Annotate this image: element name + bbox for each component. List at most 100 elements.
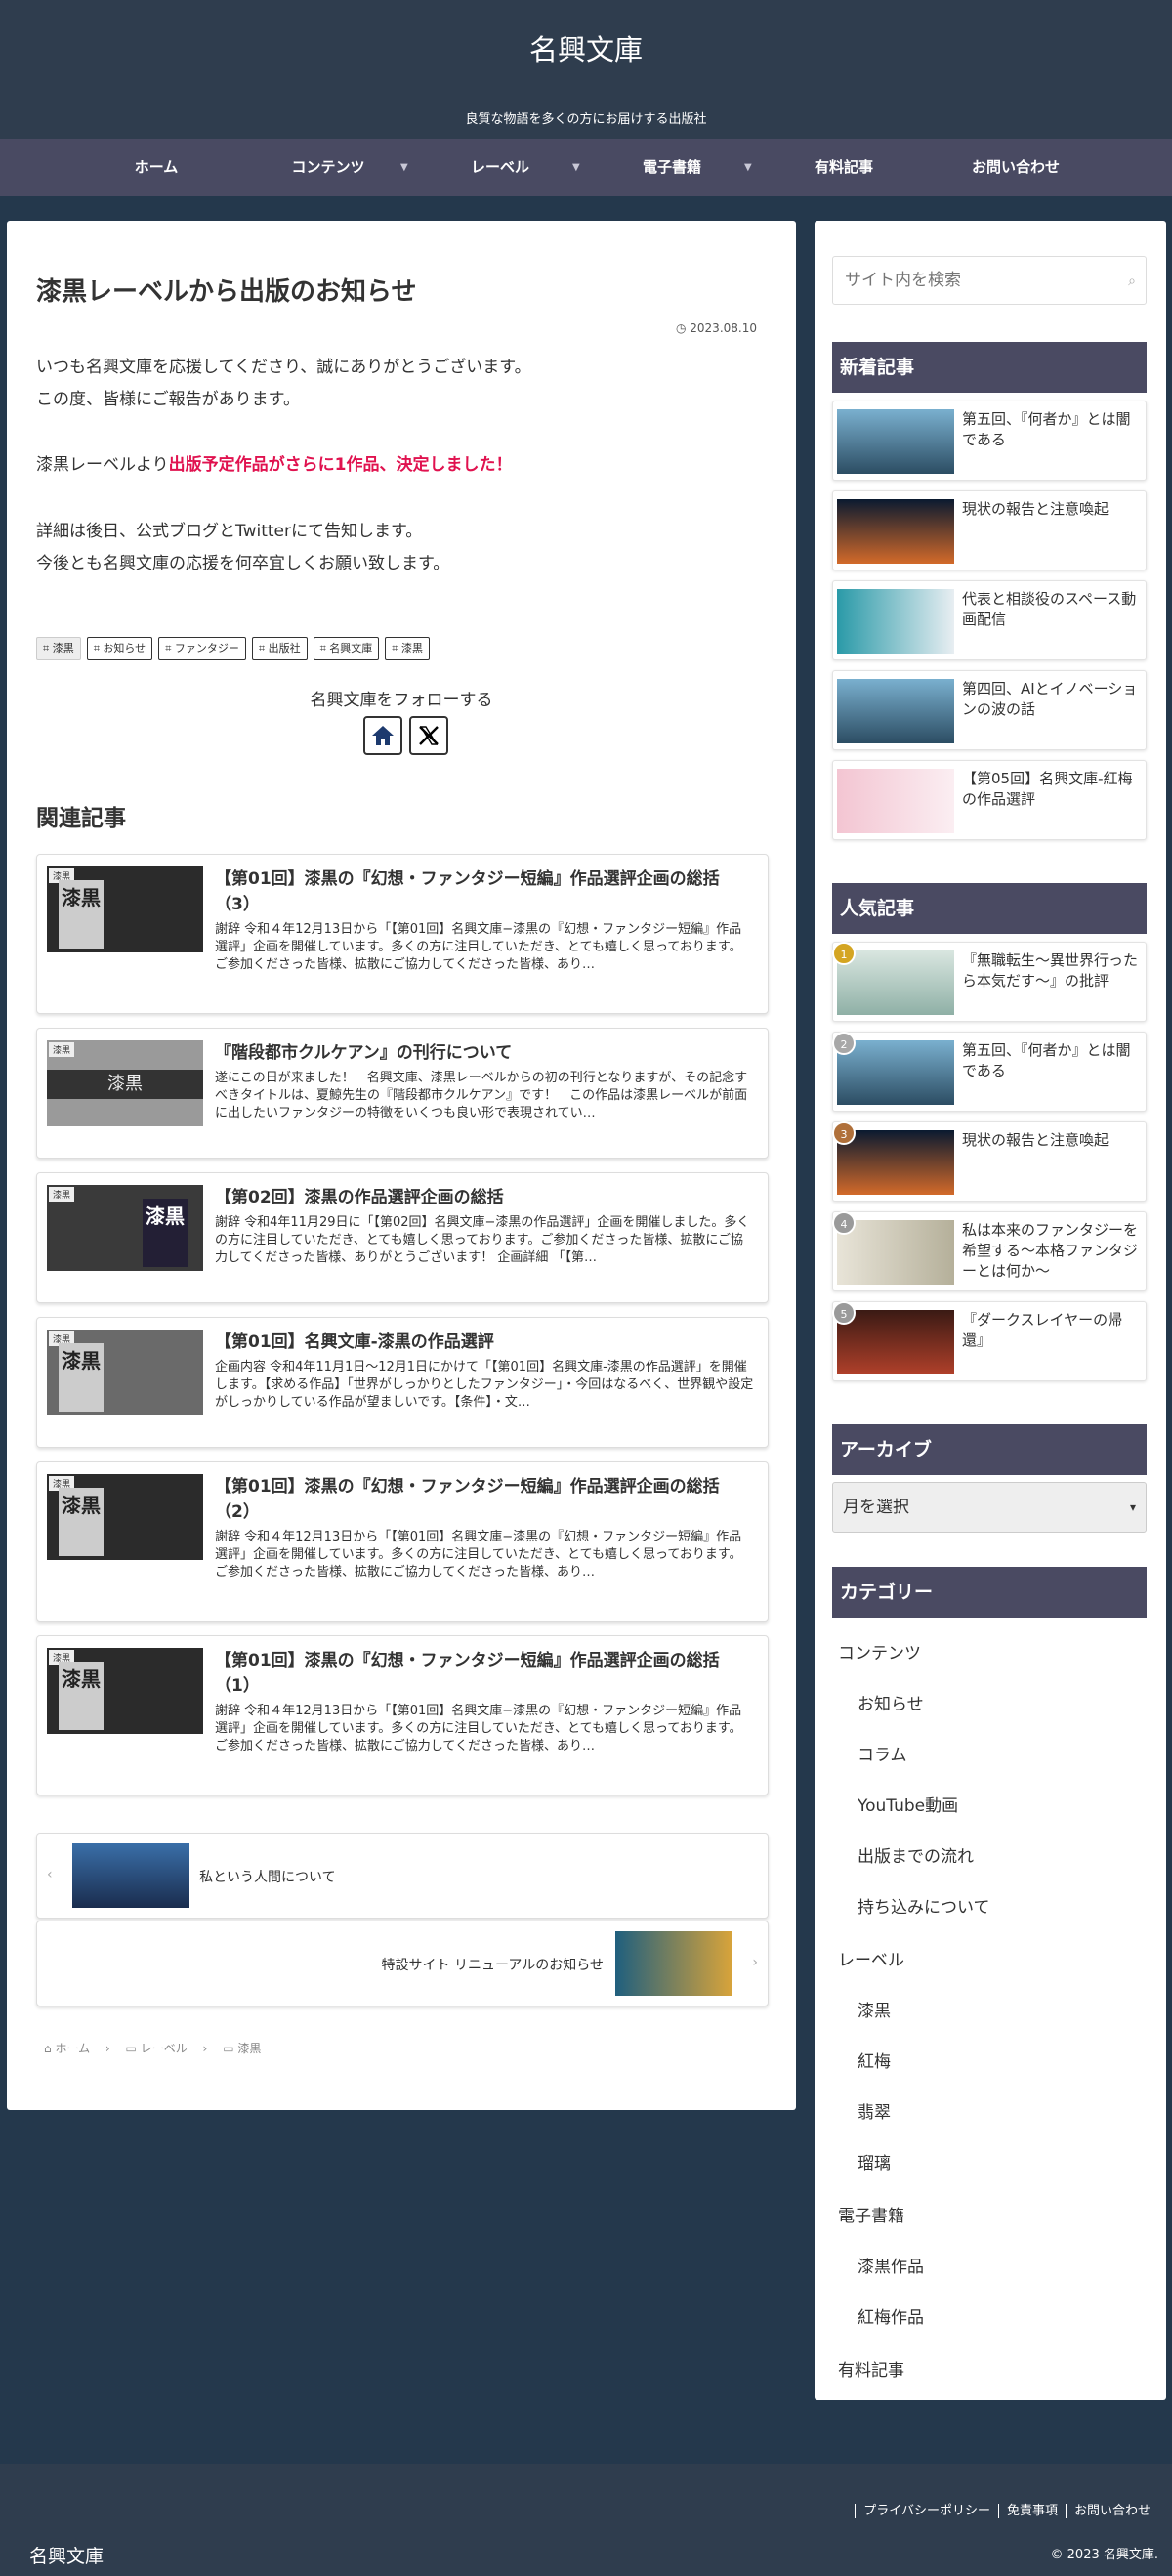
popular-post-item[interactable]: 4 私は本来のファンタジーを希望する〜本格ファンタジーとは何か〜 (832, 1211, 1147, 1291)
category-item[interactable]: 出版までの流れ (858, 1842, 974, 1867)
widget-title-archive: アーカイブ (832, 1424, 1147, 1475)
category-item[interactable]: コラム (858, 1741, 907, 1765)
footer-link-disclaimer[interactable]: 免責事項 (1007, 2504, 1058, 2518)
breadcrumb-item[interactable]: 漆黒 (237, 2042, 261, 2055)
prev-post-link[interactable]: ‹ 私という人間について (36, 1833, 769, 1919)
category-item[interactable]: 持ち込みについて (858, 1893, 990, 1918)
tag-icon: ⌗ (165, 642, 175, 655)
popular-post-item[interactable]: 1 『無職転生〜異世界行ったら本気だす〜』の批評 (832, 942, 1147, 1022)
site-header: 名興文庫 良質な物語を多くの方にお届けする出版社 (0, 0, 1172, 139)
new-post-item[interactable]: 第四回、AIとイノベーションの波の話 (832, 670, 1147, 750)
x-logo-icon (419, 726, 439, 745)
thumb-kanji: 漆黒 (47, 1070, 203, 1099)
nav-label: 電子書籍 (642, 158, 701, 176)
nav-item-paid[interactable]: 有料記事 (746, 139, 942, 196)
tag-label: 漆黒 (52, 642, 74, 655)
thumb-kanji: 漆黒 (59, 880, 104, 949)
nav-item-ebooks[interactable]: 電子書籍 (574, 139, 770, 196)
rank-badge: 3 (832, 1121, 856, 1145)
tag[interactable]: ⌗ ファンタジー (158, 637, 246, 660)
tag-icon: ⌗ (43, 642, 53, 655)
category-item[interactable]: 紅梅 (858, 2048, 891, 2072)
thumb-kanji: 漆黒 (59, 1343, 104, 1412)
category-item[interactable]: 有料記事 (838, 2356, 904, 2381)
popular-post-item[interactable]: 5 『ダークスレイヤーの帰還』 (832, 1301, 1147, 1381)
thumbnail (837, 409, 954, 474)
category-item[interactable]: レーベル (838, 1946, 904, 1970)
post-title: 現状の報告と注意喚起 (962, 500, 1109, 518)
widget-title-popular: 人気記事 (832, 883, 1147, 934)
related-card[interactable]: 漆黒 漆黒 【第01回】漆黒の『幻想・ファンタジー短編』作品選評企画の総括（1） … (36, 1635, 769, 1795)
category-item[interactable]: お知らせ (858, 1690, 924, 1714)
nav-item-contact[interactable]: お問い合わせ (918, 139, 1113, 196)
popular-post-item[interactable]: 3 現状の報告と注意喚起 (832, 1121, 1147, 1202)
thumbnail (837, 499, 954, 564)
post-title: 『ダークスレイヤーの帰還』 (962, 1311, 1123, 1349)
tag[interactable]: ⌗ 出版社 (251, 637, 308, 660)
card-title: 【第01回】名興文庫-漆黒の作品選評 (215, 1332, 494, 1352)
follow-x-button[interactable] (409, 716, 448, 755)
next-post-link[interactable]: 特設サイト リニューアルのお知らせ › (36, 1921, 769, 2006)
tag[interactable]: ⌗ お知らせ (86, 637, 153, 660)
thumb-label: 漆黒 (49, 1042, 75, 1057)
category-item[interactable]: 紅梅作品 (858, 2303, 924, 2328)
tag[interactable]: ⌗ 名興文庫 (313, 637, 380, 660)
category-item[interactable]: 瑠璃 (858, 2149, 891, 2174)
follow-home-button[interactable] (363, 716, 402, 755)
text-line: 今後とも名興文庫の応援を何卒宜しくお願い致します。 (36, 554, 450, 573)
thumbnail: 漆黒 漆黒 (47, 866, 203, 952)
category-item[interactable]: 電子書籍 (838, 2202, 904, 2226)
category-item[interactable]: コンテンツ (838, 1639, 921, 1664)
widget-title-new: 新着記事 (832, 342, 1147, 393)
new-post-item[interactable]: 【第05回】名興文庫-紅梅の作品選評 (832, 760, 1147, 840)
new-post-item[interactable]: 代表と相談役のスペース動画配信 (832, 580, 1147, 660)
nav-item-home[interactable]: ホーム (59, 139, 254, 196)
tag-label: 名興文庫 (329, 642, 373, 655)
related-card[interactable]: 漆黒 漆黒 【第02回】漆黒の作品選評企画の総括 謝辞 令和4年11月29日に「【… (36, 1172, 769, 1303)
card-title: 【第01回】漆黒の『幻想・ファンタジー短編』作品選評企画の総括（2） (215, 1477, 720, 1522)
tag-icon: ⌗ (392, 642, 401, 655)
paragraph-announcement: 漆黒レーベルより出版予定作品がさらに1作品、決定しました！ (36, 449, 513, 482)
new-post-item[interactable]: 現状の報告と注意喚起 (832, 490, 1147, 570)
category-item[interactable]: YouTube動画 (858, 1792, 958, 1816)
search-input[interactable] (833, 257, 1107, 304)
card-title: 『階段都市クルケアン』の刊行について (215, 1043, 513, 1063)
related-card[interactable]: 漆黒 漆黒 【第01回】漆黒の『幻想・ファンタジー短編』作品選評企画の総括（2） … (36, 1461, 769, 1622)
chevron-right-icon: › (190, 2042, 220, 2055)
nav-item-label[interactable]: レーベル (402, 139, 598, 196)
tag[interactable]: ⌗ 漆黒 (385, 637, 430, 660)
new-post-item[interactable]: 第五回、『何者か』とは闇である (832, 401, 1147, 481)
nav-item-contents[interactable]: コンテンツ (230, 139, 426, 196)
tag-label: 出版社 (268, 642, 301, 655)
card-title: 【第01回】漆黒の『幻想・ファンタジー短編』作品選評企画の総括（1） (215, 1651, 720, 1696)
card-title: 【第01回】漆黒の『幻想・ファンタジー短編』作品選評企画の総括（3） (215, 869, 720, 914)
footer-link-contact[interactable]: お問い合わせ (1074, 2504, 1151, 2518)
category-item[interactable]: 漆黒 (858, 1997, 891, 2021)
popular-post-item[interactable]: 2 第五回、『何者か』とは闇である (832, 1032, 1147, 1112)
paragraph: 詳細は後日、公式ブログとTwitterにて告知します。 今後とも名興文庫の応援を何… (36, 516, 449, 580)
thumb-kanji: 漆黒 (59, 1488, 104, 1556)
copyright: © 2023 名興文庫. (1050, 2548, 1158, 2562)
breadcrumb-item[interactable]: レーベル (141, 2042, 188, 2055)
tag-label: お知らせ (103, 642, 146, 655)
footer-link-privacy[interactable]: プライバシーポリシー (863, 2504, 990, 2518)
post-title: 第五回、『何者か』とは闇である (962, 410, 1131, 448)
chevron-right-icon: › (752, 1955, 758, 1970)
tag-list: ⌗ 漆黒 ⌗ お知らせ ⌗ ファンタジー ⌗ 出版社 ⌗ 名興文庫 ⌗ 漆黒 (36, 637, 436, 661)
sidebar: ⌕ 新着記事 第五回、『何者か』とは闇である 現状の報告と注意喚起 代表と相談役… (815, 221, 1166, 2400)
nav-label: お問い合わせ (971, 158, 1060, 176)
related-card[interactable]: 漆黒 漆黒 【第01回】漆黒の『幻想・ファンタジー短編』作品選評企画の総括（3） … (36, 854, 769, 1014)
footer-logo[interactable]: 名興文庫 (29, 2542, 104, 2568)
related-card[interactable]: 漆黒 漆黒 【第01回】名興文庫-漆黒の作品選評 企画内容 令和4年11月1日〜1… (36, 1317, 769, 1448)
tag[interactable]: ⌗ 漆黒 (36, 637, 81, 660)
site-title[interactable]: 名興文庫 (0, 27, 1172, 68)
breadcrumb-item[interactable]: ホーム (55, 2042, 90, 2055)
tag-label: ファンタジー (174, 642, 239, 655)
related-card[interactable]: 漆黒 漆黒 『階段都市クルケアン』の刊行について 遂にこの日が来ました！ 名興文庫… (36, 1028, 769, 1159)
search-icon[interactable]: ⌕ (1128, 274, 1136, 289)
archive-select[interactable]: 月を選択 ▾ (832, 1482, 1147, 1533)
post-title: 第五回、『何者か』とは闇である (962, 1041, 1131, 1079)
category-item[interactable]: 翡翠 (858, 2098, 891, 2123)
category-item[interactable]: 漆黒作品 (858, 2253, 924, 2277)
card-snippet: 謝辞 令和４年12月13日から「【第01回】名興文庫−漆黒の『幻想・ファンタジー… (215, 1704, 742, 1753)
